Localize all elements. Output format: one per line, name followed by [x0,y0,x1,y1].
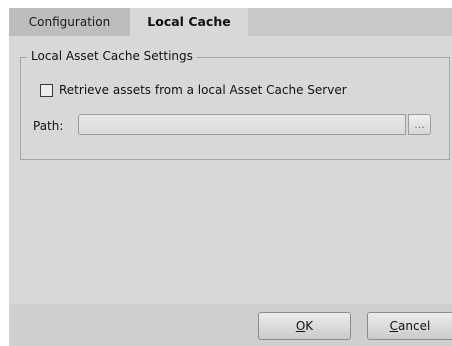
tab-local-cache-label: Local Cache [147,14,231,29]
tab-local-cache[interactable]: Local Cache [130,8,248,36]
local-asset-cache-groupbox [20,57,450,160]
groupbox-title: Local Asset Cache Settings [27,48,197,65]
tab-configuration[interactable]: Configuration [9,8,130,36]
retrieve-assets-checkbox[interactable] [40,83,53,97]
ok-button[interactable]: OK [258,312,351,340]
cancel-button[interactable]: Cancel [367,312,452,340]
path-input[interactable] [78,114,406,135]
cancel-mnemonic: C [389,319,399,333]
path-label: Path: [33,119,64,133]
browse-button[interactable]: ... [408,114,431,135]
ok-label-rest: K [305,319,314,333]
retrieve-assets-label: Retrieve assets from a local Asset Cache… [59,83,347,97]
dialog-window: Configuration Local Cache Local Asset Ca… [9,8,452,346]
retrieve-assets-checkbox-row[interactable]: Retrieve assets from a local Asset Cache… [40,82,347,98]
ok-mnemonic: O [295,319,306,333]
cancel-label-rest: ancel [398,319,431,333]
tab-strip: Configuration Local Cache [9,8,452,36]
tab-configuration-label: Configuration [28,15,111,29]
